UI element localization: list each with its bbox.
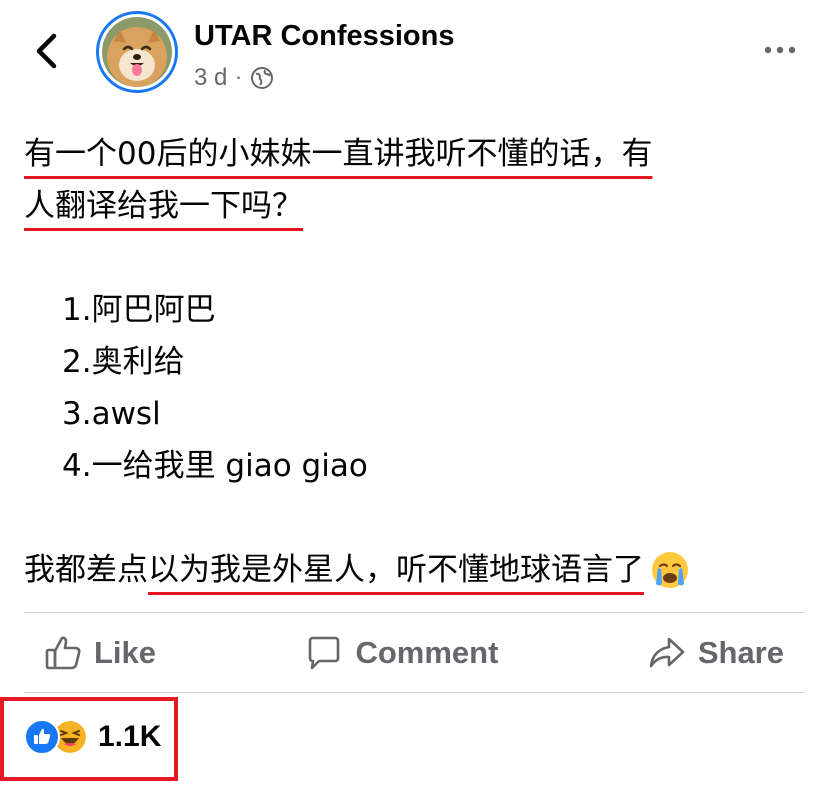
post-header: UTAR Confessions 3 d · <box>0 0 828 110</box>
post-text-line-1: 有一个00后的小妹妹一直讲我听不懂的话，有 <box>24 136 653 172</box>
like-reaction-icon <box>24 719 60 755</box>
reaction-count: 1.1K <box>98 720 162 753</box>
crying-face-emoji-icon <box>652 552 688 588</box>
comment-bubble-icon <box>309 636 340 670</box>
page-name[interactable]: UTAR Confessions <box>194 20 454 53</box>
post-meta: 3 d · <box>194 64 274 92</box>
list-item: 4.一给我里 giao giao <box>62 448 368 484</box>
shiba-dog-avatar-icon <box>102 17 172 87</box>
post-body: 有一个00后的小妹妹一直讲我听不懂的话，有 人翻译给我一下吗？ 1.阿巴阿巴 2… <box>24 128 814 596</box>
comment-button[interactable]: Comment <box>285 634 518 672</box>
divider <box>24 612 804 613</box>
globe-icon <box>250 67 273 89</box>
list-item: 3.awsl <box>62 396 161 432</box>
post-list: 1.阿巴阿巴 2.奥利给 3.awsl 4.一给我里 giao giao <box>24 284 814 492</box>
divider <box>24 692 804 693</box>
more-options-icon[interactable] <box>762 42 798 58</box>
back-arrow-icon[interactable] <box>30 30 64 72</box>
page-avatar[interactable] <box>96 11 178 93</box>
share-label: Share <box>697 635 784 670</box>
final-text-plain: 我都差点 <box>24 552 148 588</box>
reactions-summary[interactable]: 1.1K <box>24 719 161 755</box>
like-label: Like <box>94 635 157 670</box>
thumbs-up-icon <box>45 636 81 670</box>
meta-separator: · <box>235 66 242 90</box>
list-item: 2.奥利给 <box>62 344 185 380</box>
comment-label: Comment <box>355 635 499 670</box>
post-text-line-2: 人翻译给我一下吗？ <box>24 188 303 224</box>
list-item: 1.阿巴阿巴 <box>62 292 216 328</box>
post-time[interactable]: 3 d <box>194 64 227 92</box>
share-arrow-icon <box>649 637 685 668</box>
action-bar: Like Comment Share <box>24 614 804 692</box>
final-text-underlined: 以为我是外星人，听不懂地球语言了 <box>148 552 644 588</box>
post-final-line: 我都差点 以为我是外星人，听不懂地球语言了 <box>24 544 814 596</box>
share-button[interactable]: Share <box>628 634 804 672</box>
like-button[interactable]: Like <box>24 634 176 672</box>
